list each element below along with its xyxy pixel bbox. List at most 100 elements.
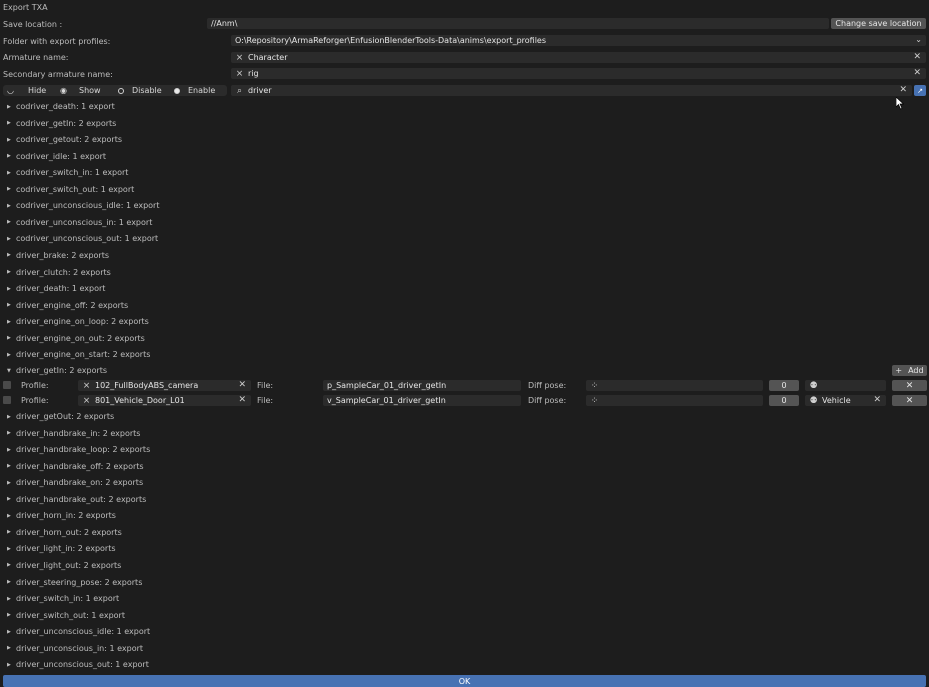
search-field[interactable]: ⌕ driver ✕ xyxy=(231,85,912,96)
group-header[interactable]: ▶ driver_brake: 2 exports xyxy=(7,251,109,260)
close-icon[interactable]: ✕ xyxy=(913,52,921,62)
save-location-field[interactable]: //Anm\ xyxy=(207,18,829,29)
group-header[interactable]: ▶ driver_unconscious_out: 1 export xyxy=(7,660,149,669)
armature-label: Armature name: xyxy=(3,53,69,62)
group-header[interactable]: ▶ driver_horn_out: 2 exports xyxy=(7,528,122,537)
group-header[interactable]: ▶ driver_light_out: 2 exports xyxy=(7,561,121,570)
profiles-folder-label: Folder with export profiles: xyxy=(3,37,111,46)
group-header[interactable]: ▶ driver_handbrake_out: 2 exports xyxy=(7,495,146,504)
bone-icon: ⚉ xyxy=(809,380,818,391)
hide-toggle[interactable]: ◡ Hide xyxy=(7,86,60,95)
group-header[interactable]: ▶ codriver_unconscious_in: 1 export xyxy=(7,218,152,227)
remove-export-button[interactable]: ✕ xyxy=(892,395,927,406)
disclosure-triangle-icon: ▶ xyxy=(7,512,11,519)
remove-export-button[interactable]: ✕ xyxy=(892,380,927,391)
file-label: File: xyxy=(257,396,274,405)
frame-offset-field[interactable]: 0 xyxy=(769,395,799,406)
disclosure-triangle-icon: ▶ xyxy=(7,285,11,292)
radio-filled-icon xyxy=(174,87,180,94)
secondary-armature-label: Secondary armature name: xyxy=(3,70,113,79)
group-header[interactable]: ▶ driver_steering_pose: 2 exports xyxy=(7,578,142,587)
export-enable-checkbox[interactable] xyxy=(3,381,11,389)
visibility-toggle-bar: ◡ Hide ◉ Show Disable Enable xyxy=(3,85,227,96)
profile-value: 102_FullBodyABS_camera xyxy=(95,381,199,390)
group-header[interactable]: ▶ driver_engine_off: 2 exports xyxy=(7,301,128,310)
group-label: codriver_getout: 2 exports xyxy=(16,135,123,145)
group-header[interactable]: ▶ driver_engine_on_start: 2 exports xyxy=(7,350,150,359)
close-icon[interactable]: ✕ xyxy=(873,395,881,405)
group-header[interactable]: ▶ codriver_getout: 2 exports xyxy=(7,135,122,144)
disclosure-triangle-icon: ▶ xyxy=(7,186,11,193)
group-header[interactable]: ▶ driver_handbrake_in: 2 exports xyxy=(7,429,140,438)
group-label: driver_handbrake_out: 2 exports xyxy=(16,494,147,504)
disclosure-triangle-icon: ▶ xyxy=(7,136,11,143)
group-header[interactable]: ▶ driver_death: 1 export xyxy=(7,284,105,293)
secondary-armature-value: rig xyxy=(248,69,259,78)
group-header[interactable]: ▶ driver_unconscious_idle: 1 export xyxy=(7,627,150,636)
enable-toggle[interactable]: Enable xyxy=(174,86,215,95)
disclosure-triangle-icon: ▶ xyxy=(7,545,11,552)
disable-toggle[interactable]: Disable xyxy=(118,86,174,95)
secondary-armature-field[interactable]: ⨯ rig ✕ xyxy=(231,68,926,79)
show-toggle[interactable]: ◉ Show xyxy=(60,86,118,95)
group-header[interactable]: ▶ driver_handbrake_on: 2 exports xyxy=(7,478,143,487)
file-field[interactable]: p_SampleCar_01_driver_getIn xyxy=(323,380,521,391)
armature-field[interactable]: ⨯ Character ✕ xyxy=(231,52,926,63)
group-header[interactable]: ▶ codriver_unconscious_idle: 1 export xyxy=(7,201,159,210)
group-header[interactable]: ▶ driver_switch_in: 1 export xyxy=(7,594,119,603)
group-header[interactable]: ▶ driver_engine_on_out: 2 exports xyxy=(7,334,145,343)
disclosure-triangle-icon: ▶ xyxy=(7,235,11,242)
filter-toggle-button[interactable]: ↗ xyxy=(914,85,926,96)
group-header[interactable]: ▶ codriver_getIn: 2 exports xyxy=(7,119,116,128)
change-save-location-button[interactable]: Change save location xyxy=(831,18,926,29)
group-header[interactable]: ▶ driver_unconscious_in: 1 export xyxy=(7,644,143,653)
group-header[interactable]: ▶ codriver_switch_in: 1 export xyxy=(7,168,128,177)
group-header[interactable]: ▶ driver_handbrake_loop: 2 exports xyxy=(7,445,150,454)
profile-field[interactable]: ⨯ 102_FullBodyABS_camera ✕ xyxy=(78,380,251,391)
diff-pose-field[interactable]: ⁘ xyxy=(586,380,763,391)
close-icon[interactable]: ✕ xyxy=(238,380,246,390)
bone-field[interactable]: ⚉ Vehicle ✕ xyxy=(805,395,886,406)
group-label: driver_engine_on_out: 2 exports xyxy=(16,333,145,343)
group-header[interactable]: ▶ driver_getOut: 2 exports xyxy=(7,412,114,421)
group-header[interactable]: ▶ driver_switch_out: 1 export xyxy=(7,611,125,620)
disclosure-triangle-icon: ▶ xyxy=(7,595,11,602)
pose-icon: ⁘ xyxy=(590,380,599,391)
profiles-folder-select[interactable]: O:\Repository\ArmaReforger\EnfusionBlend… xyxy=(231,35,926,46)
group-header[interactable]: ▶ driver_engine_on_loop: 2 exports xyxy=(7,317,149,326)
group-header[interactable]: ▶ codriver_switch_out: 1 export xyxy=(7,185,134,194)
group-header[interactable]: ▶ driver_light_in: 2 exports xyxy=(7,544,116,553)
add-export-button[interactable]: + Add xyxy=(892,365,927,376)
group-label: driver_engine_on_loop: 2 exports xyxy=(16,317,149,327)
eye-closed-icon: ◡ xyxy=(7,86,14,95)
bone-field[interactable]: ⚉ xyxy=(805,380,886,391)
disclosure-triangle-icon: ▼ xyxy=(7,367,11,374)
group-header[interactable]: ▶ codriver_unconscious_out: 1 export xyxy=(7,234,158,243)
close-icon[interactable]: ✕ xyxy=(899,85,907,95)
group-label: driver_clutch: 2 exports xyxy=(16,267,111,277)
group-label: driver_handbrake_in: 2 exports xyxy=(16,428,141,438)
group-label: driver_horn_out: 2 exports xyxy=(16,527,122,537)
disclosure-triangle-icon: ▶ xyxy=(7,153,11,160)
profile-label: Profile: xyxy=(21,396,49,405)
diff-pose-field[interactable]: ⁘ xyxy=(586,395,763,406)
group-label: driver_unconscious_in: 1 export xyxy=(16,643,144,653)
profile-field[interactable]: ⨯ 801_Vehicle_Door_L01 ✕ xyxy=(78,395,251,406)
group-header[interactable]: ▶ driver_handbrake_off: 2 exports xyxy=(7,462,144,471)
export-enable-checkbox[interactable] xyxy=(3,396,11,404)
group-header[interactable]: ▶ codriver_death: 1 export xyxy=(7,102,115,111)
group-header[interactable]: ▶ driver_clutch: 2 exports xyxy=(7,268,111,277)
disclosure-triangle-icon: ▶ xyxy=(7,302,11,309)
file-field[interactable]: v_SampleCar_01_driver_getIn xyxy=(323,395,521,406)
frame-offset-field[interactable]: 0 xyxy=(769,380,799,391)
ok-button[interactable]: OK xyxy=(3,675,926,687)
close-icon[interactable]: ✕ xyxy=(913,68,921,78)
group-label: driver_handbrake_off: 2 exports xyxy=(16,461,144,471)
group-header[interactable]: ▶ codriver_idle: 1 export xyxy=(7,152,106,161)
group-label: driver_death: 1 export xyxy=(16,284,106,294)
pose-icon: ⁘ xyxy=(590,395,599,406)
group-header[interactable]: ▶ driver_horn_in: 2 exports xyxy=(7,511,116,520)
expanded-group-header[interactable]: ▼ driver_getIn: 2 exports xyxy=(7,366,107,375)
close-icon[interactable]: ✕ xyxy=(238,395,246,405)
group-label: codriver_getIn: 2 exports xyxy=(16,118,117,128)
